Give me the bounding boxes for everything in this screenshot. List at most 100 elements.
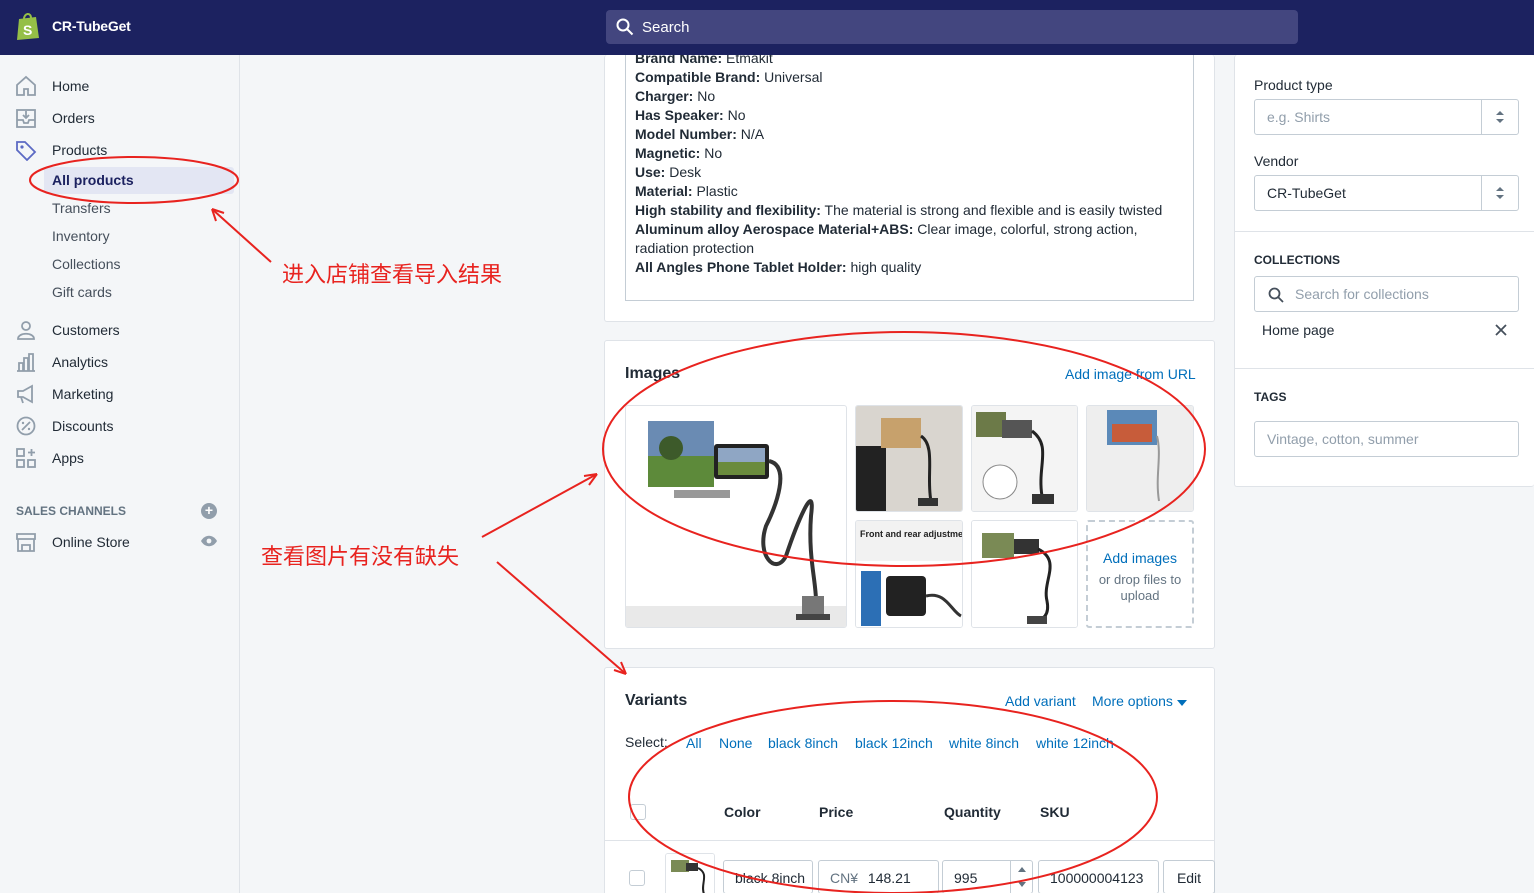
divider: [1235, 231, 1534, 232]
shopify-logo-icon[interactable]: S: [15, 11, 41, 41]
description-value: No: [723, 107, 746, 123]
variant-quantity-input[interactable]: 995: [942, 860, 1033, 893]
apps-icon: [16, 448, 36, 468]
quantity-value: 995: [954, 870, 978, 886]
sidebar-item-apps[interactable]: Apps: [0, 444, 239, 472]
top-bar: S CR-TubeGet Search: [0, 0, 1534, 55]
select-label: Select:: [625, 734, 668, 750]
description-value: No: [700, 145, 723, 161]
chevron-down-icon[interactable]: [1018, 882, 1026, 887]
product-image-main[interactable]: [625, 405, 847, 628]
sidebar-item-customers[interactable]: Customers: [0, 316, 239, 344]
description-line: Magnetic: No: [635, 144, 1184, 163]
search-placeholder: Search: [642, 19, 690, 36]
variant-color-input[interactable]: black 8inch: [723, 860, 813, 893]
product-image-2[interactable]: [855, 405, 963, 512]
product-type-label: Product type: [1254, 77, 1333, 93]
add-image-from-url-link[interactable]: Add image from URL: [1065, 366, 1196, 382]
collections-placeholder: Search for collections: [1295, 286, 1429, 302]
description-editor[interactable]: Brand Name: Etmakit Compatible Brand: Uni…: [625, 55, 1194, 301]
product-type-select[interactable]: e.g. Shirts: [1254, 99, 1519, 135]
annotation-arrow-2: [481, 473, 598, 538]
tags-heading: TAGS: [1254, 390, 1287, 404]
product-image-6[interactable]: [971, 520, 1078, 628]
description-line: Material: Plastic: [635, 182, 1184, 201]
vendor-select[interactable]: CR-TubeGet: [1254, 175, 1519, 211]
select-all-link[interactable]: All: [686, 735, 702, 751]
variant-row-checkbox[interactable]: [629, 870, 645, 886]
sidebar-item-analytics[interactable]: Analytics: [0, 348, 239, 376]
sidebar-subitem-inventory[interactable]: Inventory: [52, 228, 110, 244]
chevron-up-icon[interactable]: [1018, 867, 1026, 872]
description-line: All Angles Phone Tablet Holder: high qua…: [635, 258, 1184, 277]
variant-edit-button[interactable]: Edit: [1163, 860, 1215, 893]
sidebar-item-label: Orders: [52, 110, 95, 126]
select-arrows[interactable]: [1481, 176, 1518, 210]
image-caption: Front and rear adjustment: [860, 529, 963, 539]
sidebar-item-discounts[interactable]: Discounts: [0, 412, 239, 440]
select-white-12inch-link[interactable]: white 12inch: [1036, 735, 1114, 751]
variant-thumbnail[interactable]: [665, 853, 715, 893]
column-price: Price: [819, 804, 854, 820]
add-sales-channel-icon[interactable]: +: [201, 503, 217, 519]
description-value: Desk: [665, 164, 702, 180]
variant-price-input[interactable]: CN¥ 148.21: [818, 860, 939, 893]
product-image-5[interactable]: Front and rear adjustment: [855, 520, 963, 628]
search-bar[interactable]: Search: [606, 10, 1298, 44]
add-variant-link[interactable]: Add variant: [1005, 693, 1076, 709]
collections-search-input[interactable]: Search for collections: [1254, 276, 1519, 312]
description-line: Charger: No: [635, 87, 1184, 106]
select-arrows[interactable]: [1481, 100, 1518, 134]
variant-sku-input[interactable]: 100000004123: [1038, 860, 1159, 893]
more-options-link[interactable]: More options: [1092, 693, 1187, 709]
sidebar-item-home[interactable]: Home: [0, 72, 239, 100]
sidebar-item-label: Home: [52, 78, 90, 94]
store-name[interactable]: CR-TubeGet: [52, 18, 131, 34]
description-value: Plastic: [692, 183, 738, 199]
description-line: Brand Name: Etmakit: [635, 55, 1184, 68]
description-value: The material is strong and flexible and …: [820, 202, 1163, 218]
sidebar-subitem-all-products[interactable]: All products: [44, 167, 234, 194]
tags-input[interactable]: Vintage, cotton, summer: [1254, 421, 1519, 457]
description-key: All Angles Phone Tablet Holder:: [635, 259, 847, 275]
product-image-3[interactable]: [971, 405, 1078, 512]
sidebar-item-label: Discounts: [52, 418, 114, 434]
search-icon: [1268, 287, 1284, 303]
description-key: Use:: [635, 164, 666, 180]
sales-channels-heading: SALES CHANNELS: [16, 504, 127, 518]
currency-label: CN¥: [830, 870, 859, 886]
eye-icon[interactable]: [200, 535, 218, 547]
close-icon[interactable]: [1495, 324, 1507, 336]
discount-icon: [16, 416, 36, 436]
select-black-12inch-link[interactable]: black 12inch: [855, 735, 933, 751]
description-line: Use: Desk: [635, 163, 1184, 182]
updown-arrows-icon: [1496, 187, 1504, 199]
annotation-note-2: 查看图片有没有缺失: [261, 545, 460, 570]
sidebar-item-marketing[interactable]: Marketing: [0, 380, 239, 408]
sidebar-item-orders[interactable]: Orders: [0, 104, 239, 132]
sidebar-subitem-gift-cards[interactable]: Gift cards: [52, 284, 112, 300]
person-icon: [17, 321, 35, 340]
select-black-8inch-link[interactable]: black 8inch: [768, 735, 838, 751]
select-none-link[interactable]: None: [719, 735, 752, 751]
add-images-link[interactable]: Add images: [1088, 550, 1192, 566]
description-key: Charger:: [635, 88, 694, 104]
sidebar-subitem-transfers[interactable]: Transfers: [52, 200, 111, 216]
sidebar: Home Orders Products All products Transf…: [0, 55, 240, 893]
image-dropzone[interactable]: Add images or drop files to upload: [1086, 520, 1194, 628]
vendor-value: CR-TubeGet: [1267, 185, 1346, 201]
quantity-stepper[interactable]: [1010, 861, 1032, 893]
sidebar-item-products[interactable]: Products: [0, 136, 239, 164]
bar-chart-icon: [17, 353, 35, 372]
sidebar-item-label: Apps: [52, 450, 84, 466]
select-white-8inch-link[interactable]: white 8inch: [949, 735, 1019, 751]
product-image-4[interactable]: [1086, 405, 1194, 512]
product-type-placeholder: e.g. Shirts: [1267, 109, 1331, 125]
description-value: high quality: [846, 259, 922, 275]
sidebar-subitem-collections[interactable]: Collections: [52, 256, 120, 272]
product-photo-thumb: [972, 406, 1077, 511]
annotation-note-1: 进入店铺查看导入结果: [282, 263, 503, 288]
select-all-checkbox[interactable]: [630, 804, 646, 820]
product-photo-thumb: [972, 521, 1077, 627]
annotation-arrowhead-2: [583, 473, 598, 486]
